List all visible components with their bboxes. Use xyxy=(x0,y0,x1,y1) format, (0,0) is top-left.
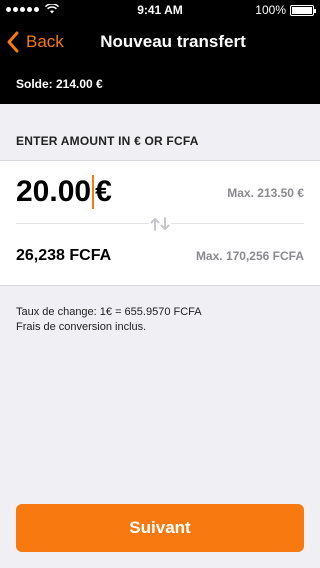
exchange-rate-text: Taux de change: 1€ = 655.9570 FCFA xyxy=(16,306,202,318)
swap-arrows-icon[interactable] xyxy=(149,216,171,232)
euro-amount-value: 20.00 xyxy=(16,175,92,208)
max-eur-label: Max. 213.50 € xyxy=(227,186,304,200)
page-title: Nouveau transfert xyxy=(100,32,246,51)
max-fcfa-label: Max. 170,256 FCFA xyxy=(195,249,304,263)
next-button[interactable]: Suivant xyxy=(16,504,304,552)
navigation-bar: Back Nouveau transfert xyxy=(0,20,320,64)
fees-text: Frais de conversion inclus. xyxy=(16,321,147,333)
balance-label: Solde: 214.00 € xyxy=(0,64,320,104)
battery-percent: 100% xyxy=(255,3,286,17)
status-bar: 9:41 AM 100% xyxy=(0,0,320,20)
battery-group: 100% xyxy=(255,3,316,17)
euro-amount-input[interactable]: 20.00 € xyxy=(16,175,112,209)
fcfa-amount-value[interactable]: 26,238 FCFA xyxy=(16,247,111,265)
amount-card: 20.00 € Max. 213.50 € 26,238 FCFA Max. 1… xyxy=(0,160,320,286)
battery-icon xyxy=(290,4,316,16)
section-header: ENTER AMOUNT IN € OR FCFA xyxy=(16,134,199,148)
text-cursor xyxy=(92,175,95,209)
euro-symbol: € xyxy=(95,175,112,208)
exchange-info: Taux de change: 1€ = 655.9570 FCFA Frais… xyxy=(16,305,202,335)
